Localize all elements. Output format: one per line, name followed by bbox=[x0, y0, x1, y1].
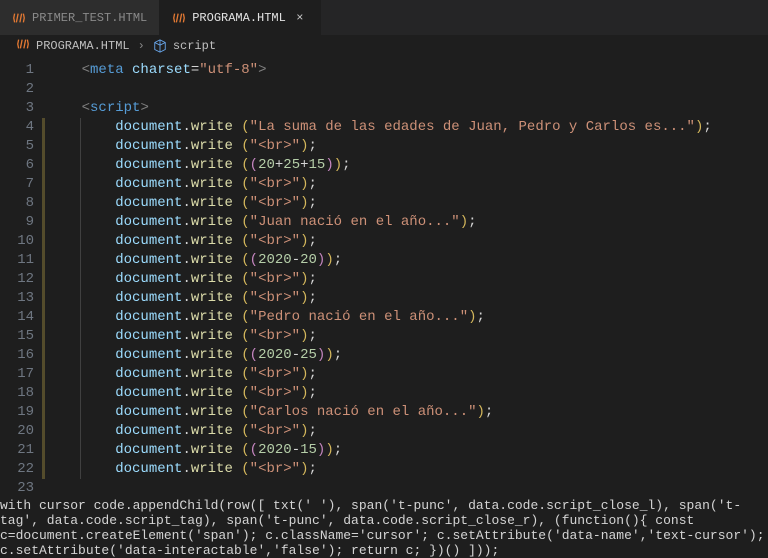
tab-label: PRIMER_TEST.HTML bbox=[32, 11, 147, 25]
breadcrumb-symbol: script bbox=[173, 39, 216, 53]
chevron-right-icon: › bbox=[138, 39, 145, 53]
code-area[interactable]: <meta charset="utf-8"> <script> document… bbox=[48, 61, 768, 498]
tab-label: PROGRAMA.HTML bbox=[192, 11, 286, 25]
tab-primer-test[interactable]: PRIMER_TEST.HTML bbox=[0, 0, 160, 35]
breadcrumb-file: PROGRAMA.HTML bbox=[36, 39, 130, 53]
close-icon[interactable]: × bbox=[292, 11, 308, 25]
line-number-gutter: 1234567891011121314151617181920212223 bbox=[0, 61, 48, 498]
html-file-icon bbox=[172, 11, 186, 25]
code-editor[interactable]: 1234567891011121314151617181920212223 <m… bbox=[0, 57, 768, 498]
tab-bar: PRIMER_TEST.HTML PROGRAMA.HTML × bbox=[0, 0, 768, 35]
symbol-icon bbox=[153, 39, 167, 53]
html-file-icon bbox=[12, 11, 26, 25]
html-file-icon bbox=[16, 37, 30, 55]
tab-programa[interactable]: PROGRAMA.HTML × bbox=[160, 0, 321, 35]
breadcrumb[interactable]: PROGRAMA.HTML › script bbox=[0, 35, 768, 57]
